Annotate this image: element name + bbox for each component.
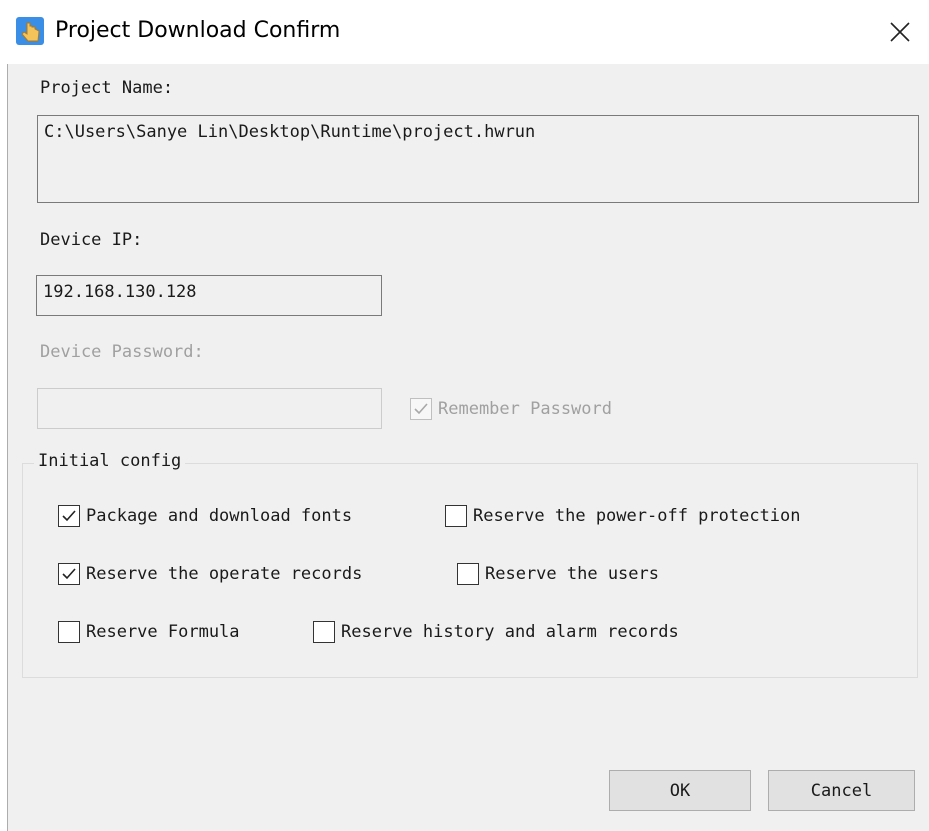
device-ip-field[interactable]: 192.168.130.128 <box>36 275 382 316</box>
operate-records-check-box[interactable] <box>58 563 80 585</box>
checkmark-icon <box>62 568 76 580</box>
project-name-field[interactable]: C:\Users\Sanye Lin\Desktop\Runtime\proje… <box>37 115 919 203</box>
history-alarm-records-check-box[interactable] <box>313 621 335 643</box>
window-title: Project Download Confirm <box>55 18 341 43</box>
title-bar: Project Download Confirm <box>0 0 929 64</box>
option-history-alarm-records[interactable]: Reserve history and alarm records <box>313 621 679 643</box>
close-icon <box>890 22 910 42</box>
initial-config-legend: Initial config <box>34 451 186 471</box>
option-power-off-protection[interactable]: Reserve the power-off protection <box>445 505 801 527</box>
close-button[interactable] <box>880 12 920 52</box>
device-password-field[interactable] <box>37 388 382 429</box>
project-name-label: Project Name: <box>40 78 174 98</box>
hand-pointer-app-icon <box>16 17 44 45</box>
power-off-protection-label: Reserve the power-off protection <box>473 506 801 526</box>
package-fonts-label: Package and download fonts <box>86 506 353 526</box>
remember-password-label: Remember Password <box>438 399 612 419</box>
power-off-protection-check-box[interactable] <box>445 505 467 527</box>
remember-password-check-box[interactable] <box>410 398 432 420</box>
option-reserve-formula[interactable]: Reserve Formula <box>58 621 240 643</box>
checkmark-icon <box>414 403 428 415</box>
option-operate-records[interactable]: Reserve the operate records <box>58 563 362 585</box>
remember-password-checkbox[interactable]: Remember Password <box>410 398 612 420</box>
package-fonts-check-box[interactable] <box>58 505 80 527</box>
ok-button[interactable]: OK <box>609 770 751 811</box>
reserve-formula-label: Reserve Formula <box>86 622 240 642</box>
cancel-button[interactable]: Cancel <box>768 770 915 811</box>
option-package-fonts[interactable]: Package and download fonts <box>58 505 352 527</box>
device-password-label: Device Password: <box>40 342 204 362</box>
reserve-formula-check-box[interactable] <box>58 621 80 643</box>
option-reserve-users[interactable]: Reserve the users <box>457 563 659 585</box>
window-left-frame <box>0 64 8 831</box>
history-alarm-records-label: Reserve history and alarm records <box>341 622 679 642</box>
checkmark-icon <box>62 510 76 522</box>
operate-records-label: Reserve the operate records <box>86 564 363 584</box>
reserve-users-label: Reserve the users <box>485 564 659 584</box>
reserve-users-check-box[interactable] <box>457 563 479 585</box>
device-ip-label: Device IP: <box>40 230 143 250</box>
